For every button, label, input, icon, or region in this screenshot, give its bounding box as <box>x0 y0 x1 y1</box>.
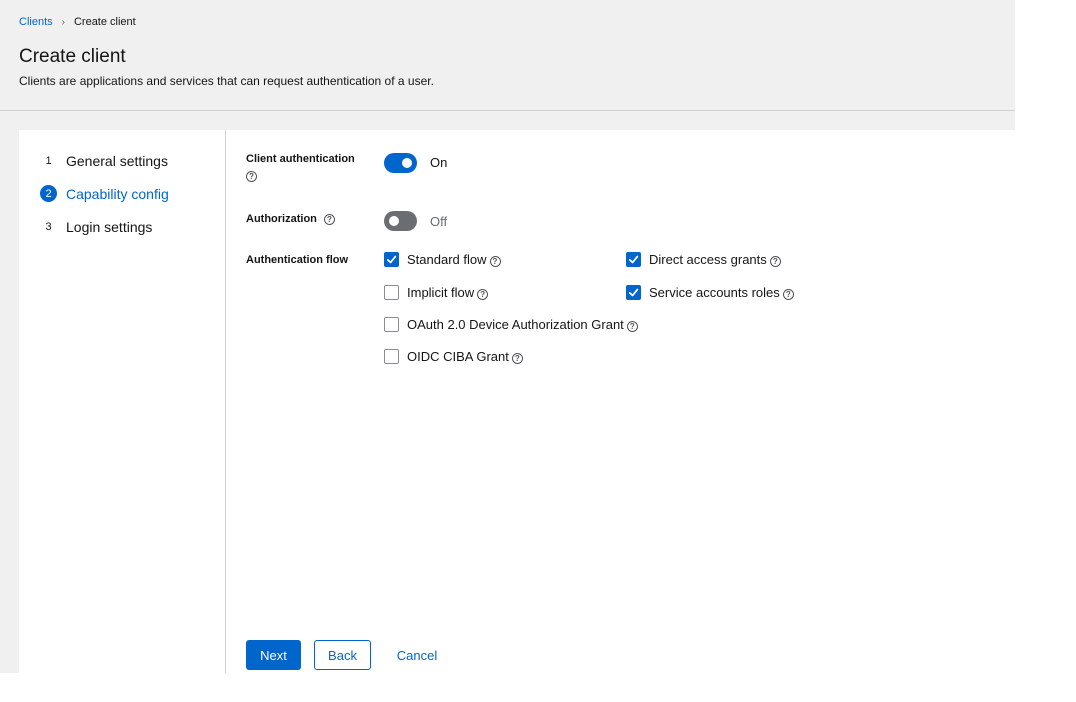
authorization-label: Authorization ? <box>246 213 335 225</box>
help-icon[interactable]: ? <box>246 171 257 182</box>
wizard-step-login-settings[interactable]: 3 Login settings <box>40 218 152 235</box>
back-button[interactable]: Back <box>314 640 371 670</box>
direct-access-grants-checkbox[interactable] <box>626 252 641 267</box>
standard-flow-checkbox[interactable] <box>384 252 399 267</box>
help-icon[interactable]: ? <box>782 288 794 300</box>
oidc-ciba-grant-checkbox[interactable] <box>384 349 399 364</box>
option-implicit-flow[interactable]: Implicit flow ? <box>384 285 489 300</box>
step-label: General settings <box>66 152 168 169</box>
authorization-toggle[interactable] <box>384 211 417 231</box>
page-title: Create client <box>19 46 126 67</box>
oauth-device-grant-checkbox[interactable] <box>384 317 399 332</box>
help-icon[interactable]: ? <box>477 288 489 300</box>
oauth-device-grant-label: OAuth 2.0 Device Authorization Grant <box>407 317 624 332</box>
direct-access-grants-label: Direct access grants <box>649 252 767 267</box>
check-icon <box>628 288 639 297</box>
option-direct-access-grants[interactable]: Direct access grants ? <box>626 252 781 267</box>
help-icon[interactable]: ? <box>489 255 501 267</box>
help-icon[interactable]: ? <box>511 352 523 364</box>
wizard-step-general-settings[interactable]: 1 General settings <box>40 152 168 169</box>
client-authentication-toggle[interactable] <box>384 153 417 173</box>
check-icon <box>628 255 639 264</box>
step-number: 1 <box>45 154 52 167</box>
wizard-steps-nav: 1 General settings 2 Capability config 3… <box>19 130 226 673</box>
authorization-label-text: Authorization <box>246 213 317 225</box>
breadcrumb: Clients › Create client <box>19 16 136 28</box>
client-authentication-state: On <box>430 155 448 170</box>
breadcrumb-current: Create client <box>73 16 136 28</box>
option-standard-flow[interactable]: Standard flow ? <box>384 252 501 267</box>
option-oauth-device-authorization-grant[interactable]: OAuth 2.0 Device Authorization Grant ? <box>384 317 638 332</box>
step-label: Login settings <box>66 218 153 235</box>
authentication-flow-label: Authentication flow <box>246 254 349 266</box>
service-accounts-roles-label: Service accounts roles <box>649 285 780 300</box>
client-authentication-label: Client authentication ? <box>246 153 355 182</box>
implicit-flow-label: Implicit flow <box>407 285 475 300</box>
help-icon[interactable]: ? <box>769 255 781 267</box>
oidc-ciba-grant-label: OIDC CIBA Grant <box>407 349 509 364</box>
breadcrumb-link-clients[interactable]: Clients <box>19 16 53 28</box>
help-icon[interactable]: ? <box>323 213 335 225</box>
help-icon[interactable]: ? <box>626 320 638 332</box>
step-number: 2 <box>40 185 57 202</box>
service-accounts-roles-checkbox[interactable] <box>626 285 641 300</box>
step-label: Capability config <box>66 185 169 202</box>
app-window: Clients › Create client Create client Cl… <box>0 0 1015 673</box>
step-number: 3 <box>45 220 52 233</box>
chevron-right-icon: › <box>61 16 65 28</box>
toggle-knob <box>402 158 412 168</box>
wizard-step-capability-config[interactable]: 2 Capability config <box>40 185 169 202</box>
implicit-flow-checkbox[interactable] <box>384 285 399 300</box>
option-service-accounts-roles[interactable]: Service accounts roles ? <box>626 285 794 300</box>
page-header: Clients › Create client Create client Cl… <box>0 0 1015 111</box>
client-authentication-label-text: Client authentication <box>246 153 355 165</box>
next-button[interactable]: Next <box>246 640 301 670</box>
wizard-panel: 1 General settings 2 Capability config 3… <box>19 130 1015 673</box>
authorization-state: Off <box>430 214 448 229</box>
standard-flow-label: Standard flow <box>407 252 487 267</box>
check-icon <box>386 255 397 264</box>
cancel-button[interactable]: Cancel <box>385 640 449 670</box>
page-description: Clients are applications and services th… <box>19 74 434 88</box>
toggle-knob <box>389 216 399 226</box>
option-oidc-ciba-grant[interactable]: OIDC CIBA Grant ? <box>384 349 523 364</box>
